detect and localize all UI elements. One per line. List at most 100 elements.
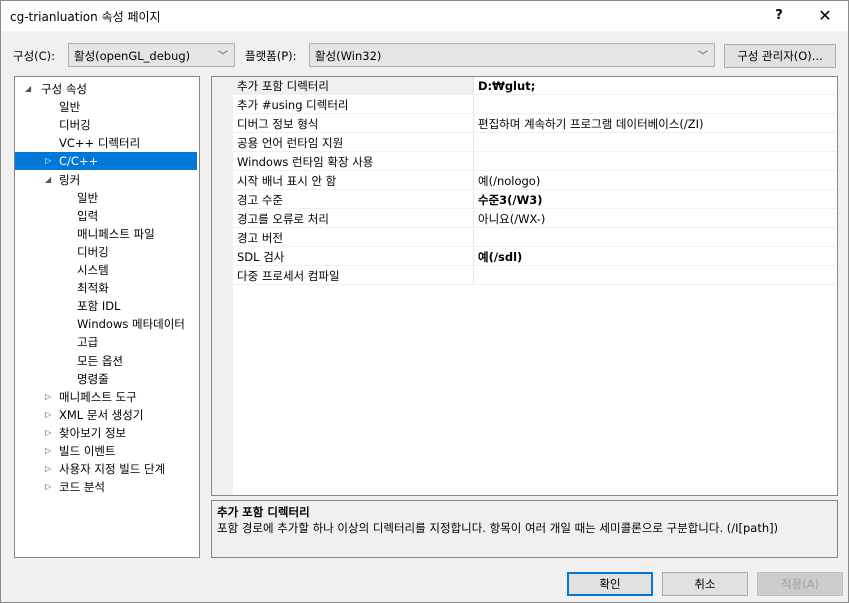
description-title: 추가 포함 디렉터리 xyxy=(217,505,310,519)
tree-item-label: 사용자 지정 빌드 단계 xyxy=(59,462,166,477)
property-value[interactable]: 수준3(/W3) xyxy=(474,191,837,209)
platform-dropdown[interactable]: 활성(Win32) ﹀ xyxy=(309,43,715,67)
property-value[interactable]: 예(/nologo) xyxy=(474,172,837,190)
tree-item-label: 매니페스트 파일 xyxy=(77,226,155,241)
row-gutter xyxy=(212,191,233,210)
property-row[interactable]: 경고 버전 xyxy=(212,229,837,248)
row-gutter xyxy=(212,172,233,191)
property-name[interactable]: 디버그 정보 형식 xyxy=(233,115,474,133)
property-row[interactable]: 디버그 정보 형식 편집하며 계속하기 프로그램 데이터베이스(/ZI) xyxy=(212,115,837,134)
property-row[interactable]: SDL 검사 예(/sdl) xyxy=(212,248,837,267)
property-value[interactable] xyxy=(474,153,837,171)
configuration-value: 활성(openGL_debug) xyxy=(74,49,191,63)
chevron-down-icon: ﹀ xyxy=(218,51,228,62)
row-gutter xyxy=(212,115,233,134)
tree-item-label: 최적화 xyxy=(77,281,109,296)
tree-item-label: 시스템 xyxy=(77,263,109,277)
tree-item-label: 디버깅 xyxy=(77,244,109,259)
property-row[interactable]: 추가 포함 디렉터리 D:₩glut; xyxy=(212,77,837,96)
collapsed-arrow-icon[interactable]: ▷ xyxy=(45,424,51,442)
property-name[interactable]: Windows 런타임 확장 사용 xyxy=(233,153,474,171)
row-gutter xyxy=(212,210,233,229)
configuration-label: 구성(C): xyxy=(13,49,56,63)
row-gutter xyxy=(212,229,233,248)
collapsed-arrow-icon[interactable]: ▷ xyxy=(45,152,51,170)
title-bar: cg-trianluation 속성 페이지 ? ✕ xyxy=(1,1,848,31)
property-name[interactable]: 경고 버전 xyxy=(233,229,474,247)
property-row[interactable]: 공용 언어 런타임 지원 xyxy=(212,134,837,153)
property-value[interactable]: 편집하며 계속하기 프로그램 데이터베이스(/ZI) xyxy=(474,115,837,133)
property-value[interactable]: 예(/sdl) xyxy=(474,248,837,266)
close-button[interactable]: ✕ xyxy=(802,1,848,31)
property-row[interactable]: 시작 배너 표시 안 함 예(/nologo) xyxy=(212,172,837,191)
description-text: 포함 경로에 추가할 하나 이상의 디렉터리를 지정합니다. 항목이 여러 개일… xyxy=(217,521,779,535)
tree-item-label: 찾아보기 정보 xyxy=(59,425,127,440)
property-name[interactable]: 경고 수준 xyxy=(233,191,474,209)
property-value[interactable]: D:₩glut; xyxy=(474,77,837,95)
property-name[interactable]: 시작 배너 표시 안 함 xyxy=(233,172,474,190)
property-name[interactable]: SDL 검사 xyxy=(233,248,474,266)
configuration-dropdown[interactable]: 활성(openGL_debug) ﹀ xyxy=(68,43,235,67)
row-gutter xyxy=(212,248,233,267)
configuration-manager-button[interactable]: 구성 관리자(O)... xyxy=(724,44,836,68)
property-name[interactable]: 다중 프로세서 컴파일 xyxy=(233,267,474,285)
tree-item-label: XML 문서 생성기 xyxy=(59,407,144,422)
apply-button[interactable]: 적용(A) xyxy=(757,572,843,596)
property-name[interactable]: 추가 #using 디렉터리 xyxy=(233,96,474,114)
property-row[interactable]: 다중 프로세서 컴파일 xyxy=(212,267,837,286)
tree-item-label: 매니페스트 도구 xyxy=(59,389,137,404)
collapsed-arrow-icon[interactable]: ▷ xyxy=(45,460,51,478)
collapsed-arrow-icon[interactable]: ▷ xyxy=(45,478,51,496)
property-tree[interactable]: ◢ 구성 속성 일반 디버깅 VC++ 디렉터리 ▷ C/C++ ◢ 링커 일반 입력 매니페스트 파… xyxy=(14,76,200,558)
tree-item-label: 빌드 이벤트 xyxy=(59,444,116,458)
expanded-arrow-icon[interactable]: ◢ xyxy=(45,171,51,189)
property-value[interactable] xyxy=(474,229,837,247)
row-gutter xyxy=(212,134,233,153)
tree-item-label: 명령줄 xyxy=(77,371,109,386)
property-row[interactable]: 경고를 오류로 처리 아니요(/WX-) xyxy=(212,210,837,229)
collapsed-arrow-icon[interactable]: ▷ xyxy=(45,388,51,406)
tree-item-label: 모든 옵션 xyxy=(77,353,123,368)
row-gutter xyxy=(212,77,233,96)
property-name[interactable]: 경고를 오류로 처리 xyxy=(233,210,474,228)
property-name[interactable]: 공용 언어 런타임 지원 xyxy=(233,134,474,152)
tree-item-label: 일반 xyxy=(77,190,99,205)
platform-label: 플랫폼(P): xyxy=(245,49,297,63)
property-value[interactable] xyxy=(474,267,837,285)
collapsed-arrow-icon[interactable]: ▷ xyxy=(45,406,51,424)
row-gutter xyxy=(212,267,233,286)
chevron-down-icon: ﹀ xyxy=(698,51,708,62)
grid-gutter xyxy=(212,286,233,495)
cancel-button[interactable]: 취소 xyxy=(662,572,748,596)
tree-item-label: 링커 xyxy=(59,172,81,187)
description-panel: 추가 포함 디렉터리 포함 경로에 추가할 하나 이상의 디렉터리를 지정합니다… xyxy=(211,500,838,558)
property-grid[interactable]: 추가 포함 디렉터리 D:₩glut; 추가 #using 디렉터리 디버그 정보 형… xyxy=(211,76,838,496)
expanded-arrow-icon[interactable]: ◢ xyxy=(25,80,31,98)
tree-item-label: 코드 분석 xyxy=(59,480,105,495)
help-button[interactable]: ? xyxy=(756,1,802,31)
tree-item-label: VC++ 디렉터리 xyxy=(59,136,141,151)
property-row[interactable]: 추가 #using 디렉터리 xyxy=(212,96,837,115)
row-gutter xyxy=(212,96,233,115)
window-title: cg-trianluation 속성 페이지 xyxy=(10,10,161,24)
tree-item-label: 구성 속성 xyxy=(41,82,87,96)
tree-item-label: Windows 메타데이터 xyxy=(77,317,185,332)
tree-item-label: C/C++ xyxy=(59,154,99,169)
property-value[interactable] xyxy=(474,96,837,114)
platform-value: 활성(Win32) xyxy=(315,49,382,63)
tree-item-label: 일반 xyxy=(59,100,81,115)
tree-item[interactable]: ▷ C/C++ xyxy=(15,152,197,171)
property-row[interactable]: Windows 런타임 확장 사용 xyxy=(212,153,837,172)
tree-item-label: 포함 IDL xyxy=(77,299,121,314)
property-name[interactable]: 추가 포함 디렉터리 xyxy=(233,77,474,95)
property-pages-dialog: cg-trianluation 속성 페이지 ? ✕ 구성(C): 활성(ope… xyxy=(0,0,849,603)
tree-item-label: 고급 xyxy=(77,335,99,350)
property-row[interactable]: 경고 수준 수준3(/W3) xyxy=(212,191,837,210)
tree-item-label: 입력 xyxy=(77,208,99,223)
ok-button[interactable]: 확인 xyxy=(567,572,653,596)
tree-item-label: 디버깅 xyxy=(59,118,91,133)
property-value[interactable] xyxy=(474,134,837,152)
collapsed-arrow-icon[interactable]: ▷ xyxy=(45,442,51,460)
row-gutter xyxy=(212,153,233,172)
property-value[interactable]: 아니요(/WX-) xyxy=(474,210,837,228)
